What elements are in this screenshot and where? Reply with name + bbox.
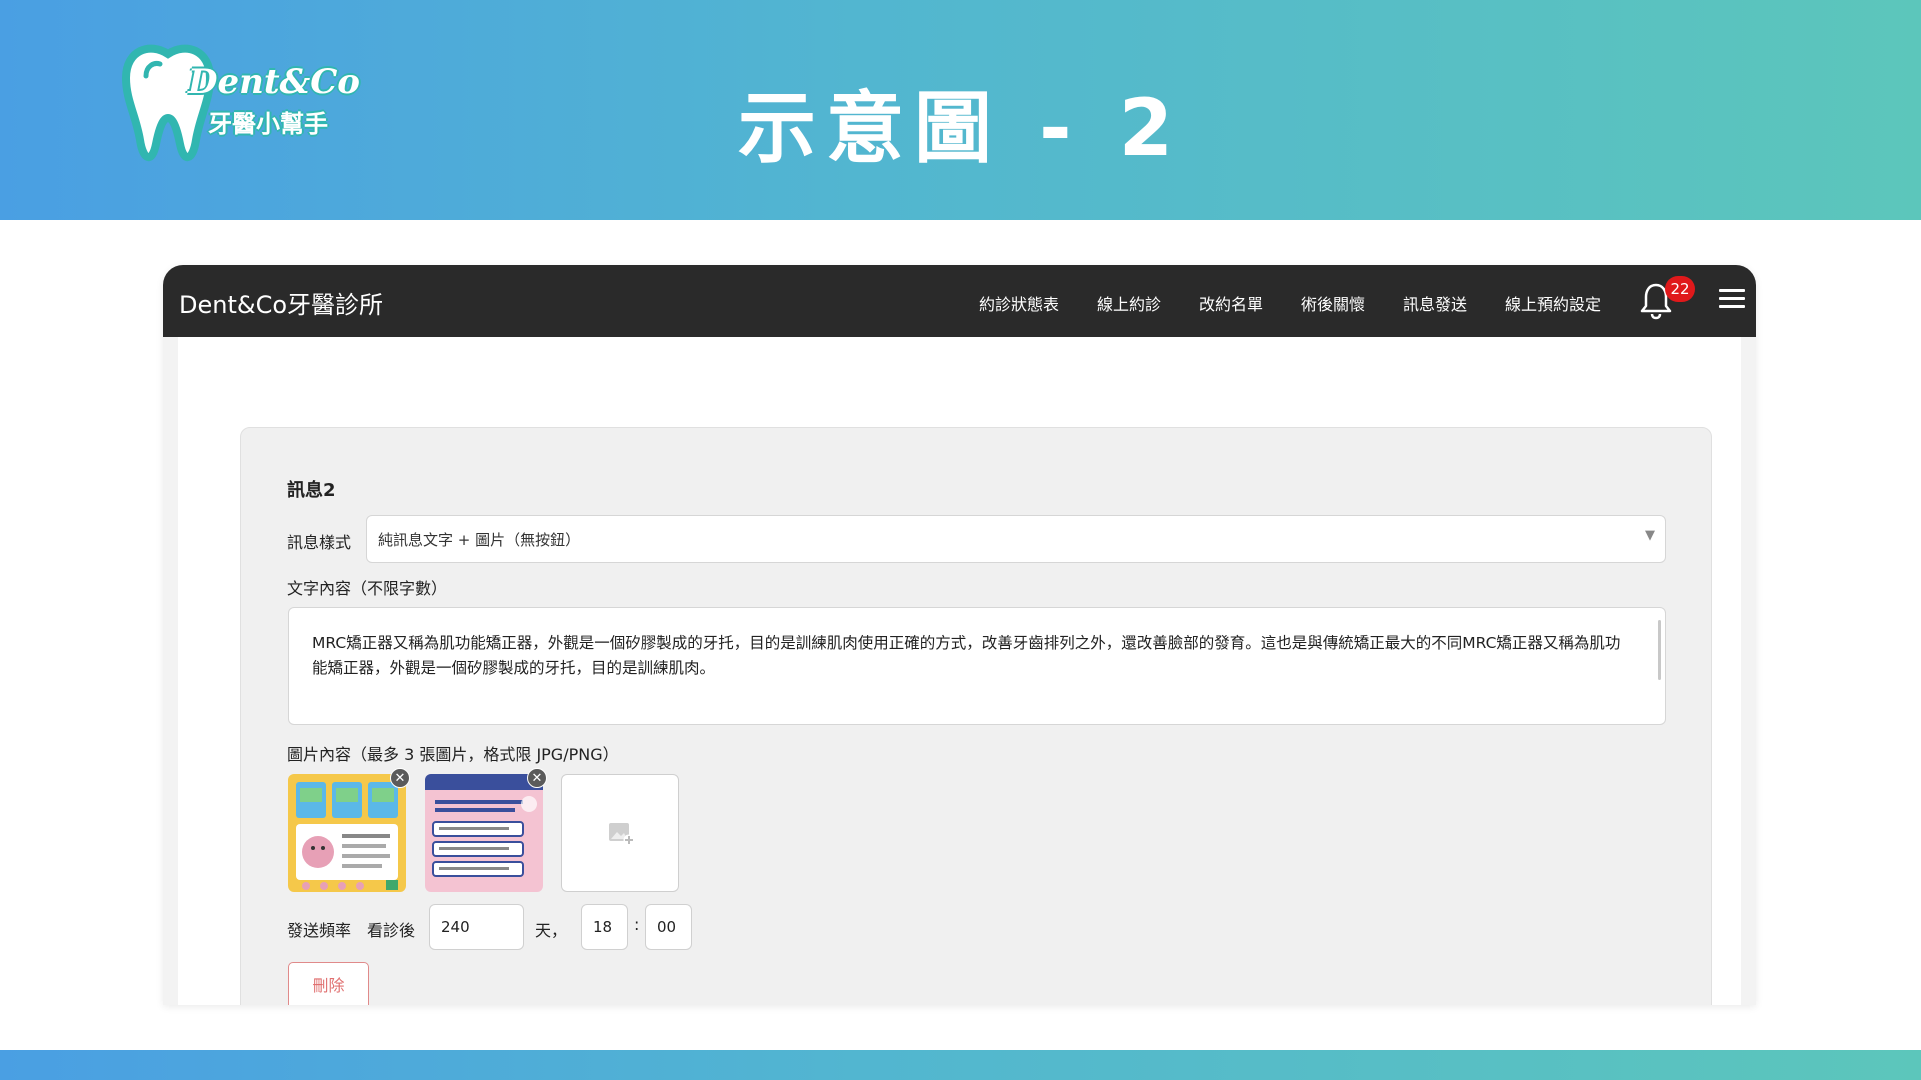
frequency-label: 發送頻率 bbox=[287, 921, 352, 940]
message-title: 訊息2 bbox=[287, 480, 336, 501]
slide-title: 示意圖 - 2 bbox=[738, 84, 1183, 174]
nav-item-booking-settings[interactable]: 線上預約設定 bbox=[1505, 291, 1601, 315]
navbar: Dent&Co牙醫診所 約診狀態表 線上約診 改約名單 術後關懷 訊息發送 線上… bbox=[163, 265, 1756, 337]
header-banner: Dent&Co 牙醫小幫手 示意圖 - 2 bbox=[0, 0, 1921, 220]
notification-badge: 22 bbox=[1665, 276, 1695, 302]
hour-input[interactable]: 18 bbox=[581, 904, 628, 950]
days-unit-label: 天， bbox=[535, 921, 568, 940]
text-content-value: MRC矯正器又稱為肌功能矯正器，外觀是一個矽膠製成的牙托，目的是訓練肌肉使用正確… bbox=[312, 634, 1621, 677]
chevron-down-icon: ▼ bbox=[1645, 528, 1655, 543]
navbar-brand[interactable]: Dent&Co牙醫診所 bbox=[179, 285, 383, 320]
app-window: Dent&Co牙醫診所 約診狀態表 線上約診 改約名單 術後關懷 訊息發送 線上… bbox=[163, 265, 1756, 1005]
hamburger-menu-icon[interactable] bbox=[1719, 289, 1745, 311]
add-image-icon bbox=[609, 823, 635, 846]
dental-poster-image-1 bbox=[288, 774, 406, 892]
image-thumbnail-2[interactable]: ✕ bbox=[425, 768, 547, 892]
message-style-value: 純訊息文字 + 圖片（無按鈕） bbox=[378, 531, 581, 549]
text-content-field[interactable]: MRC矯正器又稱為肌功能矯正器，外觀是一個矽膠製成的牙托，目的是訓練肌肉使用正確… bbox=[288, 607, 1666, 725]
remove-image-2-button[interactable]: ✕ bbox=[527, 768, 547, 788]
minute-input[interactable]: 00 bbox=[645, 904, 692, 950]
nav-item-online-appointment[interactable]: 線上約診 bbox=[1097, 291, 1161, 315]
scrollbar[interactable] bbox=[1658, 620, 1661, 680]
delete-button[interactable]: 刪除 bbox=[288, 962, 369, 1005]
after-visit-label: 看診後 bbox=[367, 921, 416, 940]
days-input[interactable]: 240 bbox=[429, 904, 524, 950]
add-image-button[interactable] bbox=[561, 774, 679, 892]
nav-item-message-send[interactable]: 訊息發送 bbox=[1403, 291, 1467, 315]
nav-item-appointment-status[interactable]: 約診狀態表 bbox=[979, 291, 1059, 315]
remove-image-1-button[interactable]: ✕ bbox=[390, 768, 410, 788]
nav-item-post-op-care[interactable]: 術後關懷 bbox=[1301, 291, 1365, 315]
image-thumbnail-1[interactable]: ✕ bbox=[288, 768, 410, 892]
image-content-label: 圖片內容（最多 3 張圖片，格式限 JPG/PNG） bbox=[287, 745, 619, 764]
dental-poster-image-2 bbox=[425, 774, 543, 892]
page-content: 訊息2 訊息樣式 純訊息文字 + 圖片（無按鈕） ▼ 文字內容（不限字數） MR… bbox=[178, 337, 1741, 1005]
text-content-label: 文字內容（不限字數） bbox=[287, 579, 448, 598]
footer-bar bbox=[0, 1050, 1921, 1080]
style-label: 訊息樣式 bbox=[287, 533, 352, 552]
time-separator: : bbox=[634, 915, 640, 934]
message-style-select[interactable]: 純訊息文字 + 圖片（無按鈕） ▼ bbox=[366, 515, 1666, 563]
nav-item-reschedule-list[interactable]: 改約名單 bbox=[1199, 291, 1263, 315]
message-card: 訊息2 訊息樣式 純訊息文字 + 圖片（無按鈕） ▼ 文字內容（不限字數） MR… bbox=[240, 427, 1712, 1005]
